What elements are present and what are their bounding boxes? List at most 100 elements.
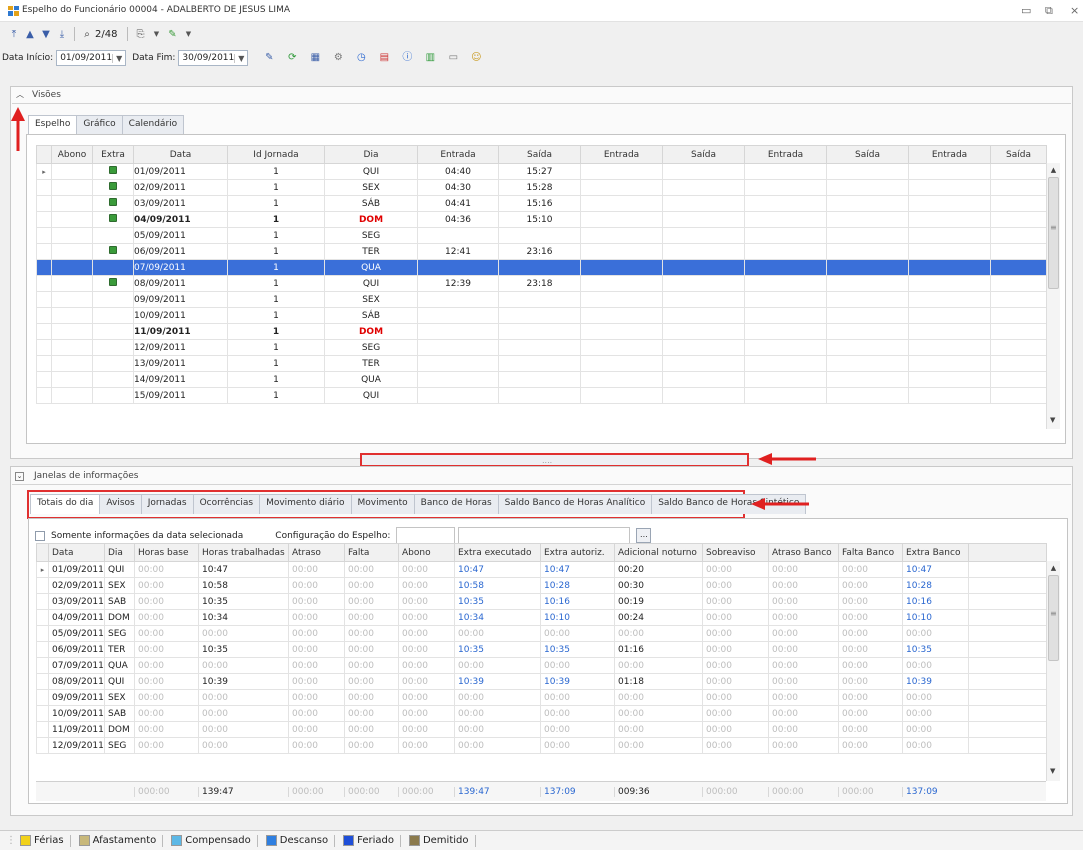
extra-cell[interactable]: [92, 259, 134, 276]
row-indicator[interactable]: [36, 211, 52, 228]
config-description-input[interactable]: [458, 527, 631, 544]
table-cell[interactable]: 10:35: [540, 641, 615, 658]
table-cell[interactable]: SEX: [104, 577, 135, 594]
table-cell[interactable]: 00:00: [288, 737, 345, 754]
column-header[interactable]: Saída: [662, 145, 745, 164]
table-cell[interactable]: 00:00: [768, 657, 839, 674]
saida-cell[interactable]: [498, 355, 581, 372]
table-cell[interactable]: 00:00: [134, 625, 199, 642]
table-cell[interactable]: 00:00: [288, 721, 345, 738]
dia-cell[interactable]: SEX: [324, 179, 418, 196]
table-cell[interactable]: 10:35: [198, 593, 289, 610]
row-indicator[interactable]: [36, 195, 52, 212]
table-cell[interactable]: 00:00: [614, 721, 703, 738]
table-cell[interactable]: 00:00: [134, 721, 199, 738]
entrada-cell[interactable]: [744, 243, 827, 260]
data-cell[interactable]: 15/09/2011: [133, 387, 228, 404]
tab-avisos[interactable]: Avisos: [99, 494, 142, 514]
tab-espelho[interactable]: Espelho: [28, 115, 78, 135]
dia-cell[interactable]: SEX: [324, 291, 418, 308]
saida-cell[interactable]: [662, 163, 745, 180]
jornada-cell[interactable]: 1: [227, 179, 325, 196]
saida-cell[interactable]: [826, 371, 909, 388]
table-cell[interactable]: 00:00: [344, 593, 399, 610]
table-cell[interactable]: 10:16: [540, 593, 615, 610]
saida-cell[interactable]: [498, 387, 581, 404]
scroll-up-icon[interactable]: ▲: [1047, 564, 1060, 572]
table-row[interactable]: 08/09/2011 1 QUI 12:39 23:18: [36, 275, 1047, 292]
table-cell[interactable]: 00:00: [702, 641, 769, 658]
table-cell[interactable]: 10:34: [454, 609, 541, 626]
jornada-cell[interactable]: 1: [227, 355, 325, 372]
entrada-cell[interactable]: [580, 163, 663, 180]
data-cell[interactable]: 12/09/2011: [133, 339, 228, 356]
dia-cell[interactable]: QUA: [324, 371, 418, 388]
table-cell[interactable]: 00:00: [288, 657, 345, 674]
dia-cell[interactable]: TER: [324, 355, 418, 372]
table-cell[interactable]: 00:20: [614, 561, 703, 578]
table-row[interactable]: 07/09/2011 1 QUA: [36, 259, 1047, 276]
entrada-cell[interactable]: [744, 339, 827, 356]
table-row[interactable]: 11/09/2011 DOM 00:00 00:00 00:00 00:00 00:00 00…: [36, 721, 1047, 738]
saida-cell[interactable]: [826, 243, 909, 260]
jornada-cell[interactable]: 1: [227, 243, 325, 260]
abono-cell[interactable]: [51, 371, 93, 388]
entrada-cell[interactable]: [908, 179, 991, 196]
entrada-cell[interactable]: [744, 195, 827, 212]
column-header[interactable]: Entrada: [744, 145, 827, 164]
table-cell[interactable]: 10:47: [902, 561, 969, 578]
dia-cell[interactable]: QUA: [324, 259, 418, 276]
scroll-up-icon[interactable]: ▲: [1047, 166, 1060, 174]
saida-cell[interactable]: [990, 291, 1047, 308]
saida-cell[interactable]: [662, 339, 745, 356]
abono-cell[interactable]: [51, 307, 93, 324]
table-cell[interactable]: 00:00: [344, 657, 399, 674]
janelas-header[interactable]: ⌄ Janelas de informações: [15, 471, 138, 481]
table-cell[interactable]: 00:00: [902, 737, 969, 754]
table-cell[interactable]: 00:00: [838, 609, 903, 626]
dia-cell[interactable]: DOM: [324, 323, 418, 340]
jornada-cell[interactable]: 1: [227, 227, 325, 244]
table-cell[interactable]: 00:00: [614, 657, 703, 674]
column-header[interactable]: Dia: [324, 145, 418, 164]
tab-banco-de-horas[interactable]: Banco de Horas: [413, 494, 499, 514]
saida-cell[interactable]: [826, 307, 909, 324]
table-cell[interactable]: 00:00: [454, 657, 541, 674]
row-indicator[interactable]: [36, 227, 52, 244]
table-cell[interactable]: 00:00: [344, 609, 399, 626]
binoculars-icon[interactable]: ⌕: [79, 29, 95, 40]
entrada-cell[interactable]: [744, 355, 827, 372]
table-cell[interactable]: 00:00: [288, 593, 345, 610]
entrada-cell[interactable]: [417, 259, 499, 276]
table-cell[interactable]: 00:00: [288, 625, 345, 642]
table-cell[interactable]: 00:00: [702, 561, 769, 578]
entrada-cell[interactable]: [580, 179, 663, 196]
saida-cell[interactable]: [990, 195, 1047, 212]
table-cell[interactable]: 00:00: [702, 689, 769, 706]
tab-ocorr-ncias[interactable]: Ocorrências: [192, 494, 261, 514]
jornada-cell[interactable]: 1: [227, 163, 325, 180]
data-cell[interactable]: 07/09/2011: [133, 259, 228, 276]
table-cell[interactable]: DOM: [104, 721, 135, 738]
column-header[interactable]: Horas trabalhadas: [198, 543, 289, 562]
entrada-cell[interactable]: [908, 307, 991, 324]
entrada-cell[interactable]: 04:36: [417, 211, 499, 228]
table-cell[interactable]: 00:30: [614, 577, 703, 594]
table-cell[interactable]: 10:10: [902, 609, 969, 626]
saida-cell[interactable]: [498, 323, 581, 340]
table-cell[interactable]: 00:00: [838, 593, 903, 610]
abono-cell[interactable]: [51, 195, 93, 212]
table-cell[interactable]: 00:00: [454, 625, 541, 642]
table-cell[interactable]: 00:00: [540, 737, 615, 754]
table-row[interactable]: 12/09/2011 SEG 00:00 00:00 00:00 00:00 00:00 00…: [36, 737, 1047, 754]
tab-saldo-banco-de-horas-anal-tico[interactable]: Saldo Banco de Horas Analítico: [497, 494, 653, 514]
saida-cell[interactable]: [826, 291, 909, 308]
table-cell[interactable]: 00:19: [614, 593, 703, 610]
table-cell[interactable]: 00:00: [902, 721, 969, 738]
table-cell[interactable]: 00:00: [540, 657, 615, 674]
saida-cell[interactable]: 15:16: [498, 195, 581, 212]
table-cell[interactable]: 00:00: [614, 737, 703, 754]
entrada-cell[interactable]: [744, 323, 827, 340]
column-header[interactable]: Falta: [344, 543, 399, 562]
table-cell[interactable]: TER: [104, 641, 135, 658]
